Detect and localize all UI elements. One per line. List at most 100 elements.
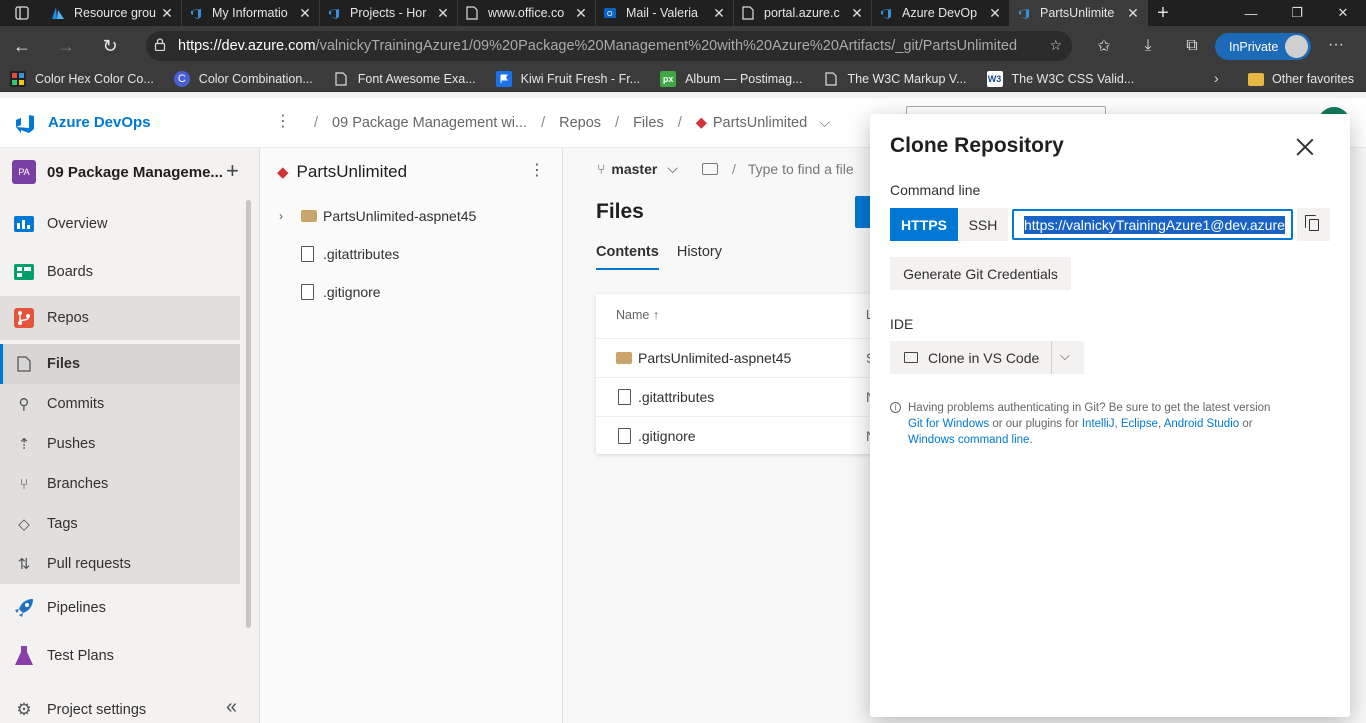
tab-history[interactable]: History [677,244,722,270]
lock-icon[interactable] [154,38,178,54]
add-icon[interactable]: + [226,158,239,184]
nav-item-files[interactable]: Files [0,344,240,384]
collapse-sidebar-icon[interactable]: « [226,696,237,719]
nav-item-test-plans[interactable]: Test Plans [0,636,240,676]
nav-item-pull-requests[interactable]: ⇅ Pull requests [0,544,240,584]
window-close-icon[interactable]: ✕ [1320,0,1366,26]
nav-item-pushes[interactable]: ⇡ Pushes [0,424,240,464]
commits-icon: ⚲ [18,396,30,413]
browser-tab-active[interactable]: PartsUnlimite ✕ [1010,0,1148,26]
nav-item-repos[interactable]: Repos [0,296,240,340]
git-for-windows-link[interactable]: Git for Windows [908,418,989,430]
new-tab-icon[interactable]: + [1148,2,1178,25]
close-tab-icon[interactable]: ✕ [987,5,1003,22]
close-tab-icon[interactable]: ✕ [1125,5,1141,22]
content-tabs: Contents History [596,244,740,270]
favorite-item[interactable]: Font Awesome Exa... [323,71,486,87]
android-studio-link[interactable]: Android Studio [1164,418,1239,430]
azure-devops-logo-icon[interactable] [12,112,36,134]
browser-tab[interactable]: portal.azure.c ✕ [734,0,872,26]
browser-tab[interactable]: www.office.co ✕ [458,0,596,26]
clone-vscode-button[interactable]: Clone in VS Code ⌵ [890,341,1084,374]
nav-label: Pipelines [47,600,106,616]
favorite-item[interactable]: C Color Combination... [164,70,323,87]
favorite-item[interactable]: Kiwi Fruit Fresh - Fr... [486,70,650,87]
close-tab-icon[interactable]: ✕ [849,5,865,22]
branch-selector[interactable]: master [611,161,657,177]
browser-tab[interactable]: Resource grou ✕ [44,0,182,26]
back-icon[interactable]: ← [0,26,44,66]
chevron-down-icon[interactable]: ⌵ [667,160,678,177]
settings-more-icon[interactable]: ··· [1328,36,1344,54]
nav-item-pipelines[interactable]: Pipelines [0,588,240,628]
nav-item-commits[interactable]: ⚲ Commits [0,384,240,424]
https-button[interactable]: HTTPS [890,208,958,241]
table-row[interactable]: .gitignore N [596,416,896,455]
refresh-icon[interactable]: ↻ [88,26,132,66]
collections-icon[interactable]: ⧉ [1170,37,1214,55]
close-tab-icon[interactable]: ✕ [711,5,727,22]
url-input[interactable]: https://dev.azure.com/valnickyTrainingAz… [146,31,1072,61]
page-icon [740,5,756,21]
close-tab-icon[interactable]: ✕ [435,5,451,22]
breadcrumb-repo[interactable]: PartsUnlimited [713,115,807,131]
inprivate-button[interactable]: InPrivate [1215,33,1311,60]
close-tab-icon[interactable]: ✕ [297,5,313,22]
chevron-right-icon[interactable]: › [279,209,295,223]
clone-url-field[interactable]: https://valnickyTrainingAzure1@dev.azure [1012,209,1293,240]
tab-contents[interactable]: Contents [596,244,659,270]
favorite-label: Color Combination... [198,71,313,86]
protocol-toggle: HTTPS SSH [890,208,1008,241]
browser-tab[interactable]: O Mail - Valeria ✕ [596,0,734,26]
favorite-item[interactable]: Color Hex Color Co... [0,70,164,87]
favorite-item[interactable]: The W3C Markup V... [813,71,977,87]
minimize-icon[interactable]: — [1228,0,1274,26]
nav-item-tags[interactable]: ◇ Tags [0,504,240,544]
restore-icon[interactable]: ❐ [1274,0,1320,26]
table-row[interactable]: .gitattributes N [596,377,896,416]
chevron-down-icon[interactable]: ⌵ [819,115,830,131]
breadcrumb-files[interactable]: Files [633,115,664,131]
generate-credentials-button[interactable]: Generate Git Credentials [890,257,1071,290]
tree-item[interactable]: .gitattributes [261,236,561,272]
ssh-button[interactable]: SSH [958,208,1008,241]
close-icon[interactable] [1294,136,1316,158]
column-header-name[interactable]: Name ↑ [616,308,659,322]
nav-item-branches[interactable]: ⑂ Branches [0,464,240,504]
eclipse-link[interactable]: Eclipse [1121,418,1158,430]
browser-tab[interactable]: Azure DevOp ✕ [872,0,1010,26]
close-tab-icon[interactable]: ✕ [159,5,175,22]
tab-actions-icon[interactable] [0,0,44,26]
browser-tab[interactable]: Projects - Hor ✕ [320,0,458,26]
forward-icon[interactable]: → [44,26,88,66]
browser-tab[interactable]: My Informatio ✕ [182,0,320,26]
intellij-link[interactable]: IntelliJ [1082,418,1115,430]
close-tab-icon[interactable]: ✕ [573,5,589,22]
other-favorites-button[interactable]: Other favorites [1248,66,1354,92]
nav-item-boards[interactable]: Boards [0,252,240,292]
url-text: https://dev.azure.com/valnickyTrainingAz… [178,38,1017,54]
nav-item-overview[interactable]: Overview [0,204,240,244]
nav-item-project-settings[interactable]: ⚙ Project settings [0,690,240,723]
add-favorite-icon[interactable]: ☆ [1049,37,1062,54]
table-row[interactable]: PartsUnlimited-aspnet45 S [596,338,896,377]
downloads-icon[interactable]: ⤓ [1126,37,1170,55]
tree-item[interactable]: .gitignore [261,274,561,310]
breadcrumb-project[interactable]: 09 Package Management wi... [332,115,527,131]
tree-item[interactable]: › PartsUnlimited-aspnet45 [261,198,561,234]
favorite-item[interactable]: W3 The W3C CSS Valid... [977,70,1145,87]
app-name[interactable]: Azure DevOps [48,114,151,131]
favorite-item[interactable]: px Album — Postimag... [650,70,812,87]
more-vertical-icon[interactable]: ⋮ [275,111,291,131]
windows-command-line-link[interactable]: Windows command line [908,434,1029,446]
more-favorites-chevron-icon[interactable]: › [1214,70,1219,86]
copy-button[interactable] [1297,208,1330,241]
pipelines-icon [12,597,36,619]
favorites-icon[interactable]: ✩ [1082,36,1126,56]
breadcrumb-repos[interactable]: Repos [559,115,601,131]
more-vertical-icon[interactable]: ⋮ [529,160,545,180]
find-file-input[interactable]: Type to find a file [748,161,854,177]
scrollbar[interactable] [246,200,251,628]
chevron-down-icon[interactable]: ⌵ [1060,348,1070,364]
project-header[interactable]: PA 09 Package Manageme... [12,160,223,184]
